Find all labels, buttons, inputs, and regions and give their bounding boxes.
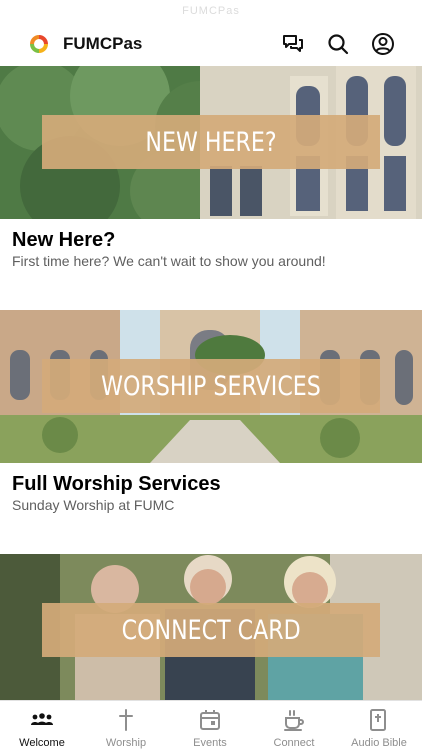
tab-events[interactable]: Events xyxy=(168,701,252,750)
chat-bubbles-icon[interactable] xyxy=(281,32,305,56)
tab-welcome[interactable]: Welcome xyxy=(0,701,84,750)
tab-connect-label: Connect xyxy=(273,737,315,749)
coffee-cup-icon xyxy=(282,708,306,732)
tab-worship-label: Worship xyxy=(105,737,147,749)
people-group-icon xyxy=(30,708,54,732)
connect-card-banner: CONNECT CARD xyxy=(42,603,380,657)
status-bar: FUMCPas xyxy=(0,0,422,22)
worship-services-subtitle: Sunday Worship at FUMC xyxy=(12,497,175,513)
status-bar-text: FUMCPas xyxy=(182,5,240,17)
new-here-subtitle: First time here? We can't wait to show y… xyxy=(12,253,326,269)
worship-services-banner: WORSHIP SERVICES xyxy=(42,359,380,413)
bible-icon xyxy=(366,708,390,732)
new-here-banner: NEW HERE? xyxy=(42,115,380,169)
account-icon[interactable] xyxy=(371,32,395,56)
new-here-card[interactable]: NEW HERE? New Here? First time here? We … xyxy=(0,66,422,310)
connect-card-card[interactable]: CONNECT CARD xyxy=(0,554,422,700)
tab-connect[interactable]: Connect xyxy=(252,701,336,750)
worship-services-card[interactable]: WORSHIP SERVICES Full Worship Services S… xyxy=(0,310,422,554)
tab-audio-bible[interactable]: Audio Bible xyxy=(336,701,422,750)
worship-services-title: Full Worship Services xyxy=(12,473,221,495)
bottom-tab-bar: Welcome Worship Events Connect Audio Bib… xyxy=(0,700,422,750)
tab-worship[interactable]: Worship xyxy=(84,701,168,750)
app-header: FUMCPas xyxy=(0,22,422,66)
tab-events-label: Events xyxy=(193,737,227,749)
calendar-icon xyxy=(198,708,222,732)
new-here-title: New Here? xyxy=(12,229,116,251)
app-title: FUMCPas xyxy=(63,34,143,53)
tab-audio-bible-label: Audio Bible xyxy=(351,737,407,749)
cross-icon xyxy=(114,708,138,732)
church-logo-icon xyxy=(30,35,48,53)
search-icon[interactable] xyxy=(326,32,350,56)
tab-welcome-label: Welcome xyxy=(19,737,65,749)
